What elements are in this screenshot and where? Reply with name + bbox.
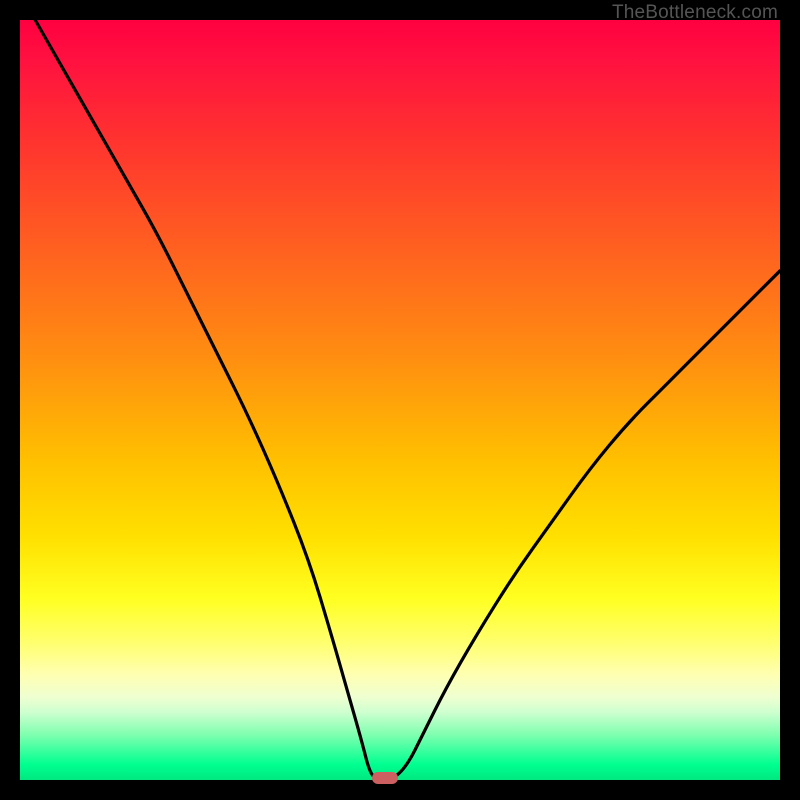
curve-svg bbox=[20, 20, 780, 780]
optimal-marker bbox=[372, 772, 398, 784]
chart-container: TheBottleneck.com bbox=[0, 0, 800, 800]
bottleneck-curve bbox=[35, 20, 780, 780]
plot-area bbox=[20, 20, 780, 780]
